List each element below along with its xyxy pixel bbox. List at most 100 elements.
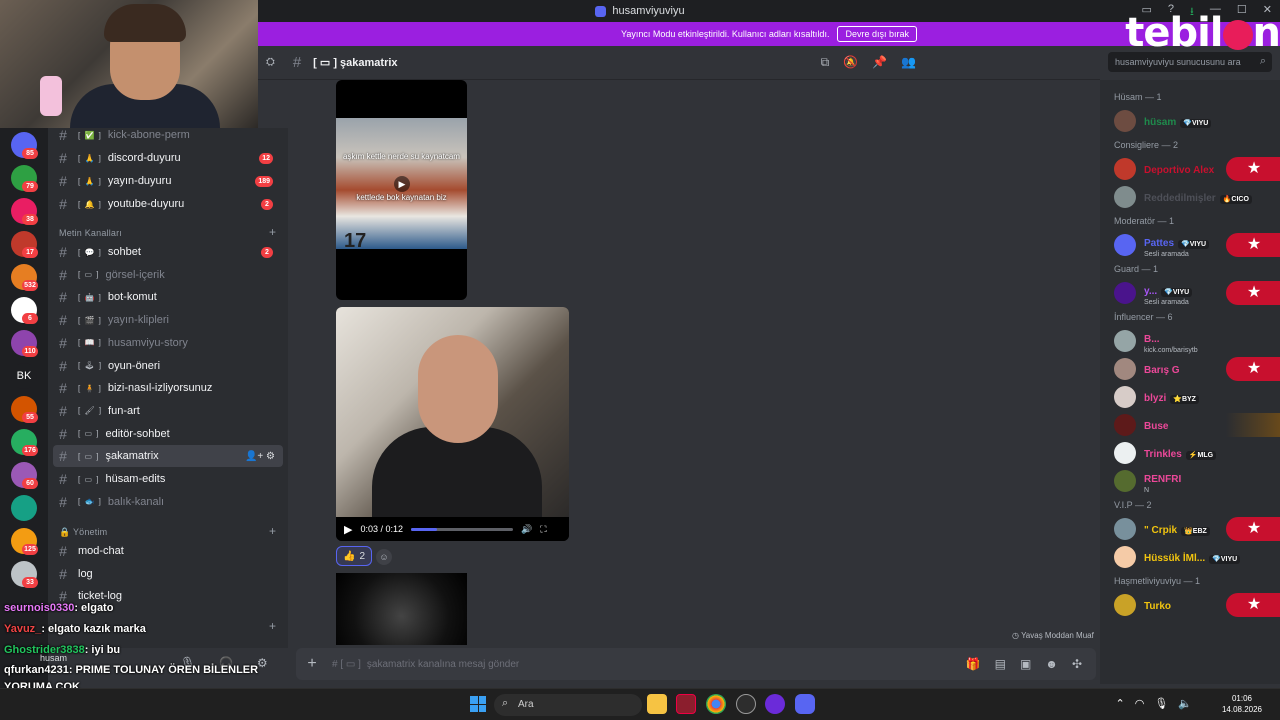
member-text: Turko <box>1144 596 1171 614</box>
clock-time: 01:06 <box>1231 694 1252 703</box>
webcam-person-hair <box>104 4 186 42</box>
server-badge: 79 <box>22 181 38 192</box>
channel-hash-icon: # <box>59 565 67 582</box>
member-item[interactable]: Buse <box>1114 412 1280 438</box>
member-list-icon[interactable]: 👥 <box>901 55 916 70</box>
member-item[interactable]: ★ Barış G <box>1114 356 1280 382</box>
channel-item[interactable]: # [ 🧍 ] bizi-nasıl-izliyorsunuz <box>53 377 283 399</box>
obs-icon[interactable] <box>765 694 785 714</box>
add-channel-icon[interactable]: + <box>269 524 276 538</box>
slowmode-text: Yavaş Moddan Muaf <box>1021 631 1094 640</box>
member-item[interactable]: Hüssük İMl... 💎VIYU <box>1114 544 1276 570</box>
channel-item[interactable]: # [ 🖌 ] fun-art <box>53 400 283 422</box>
channel-emoji: [ 🤖 ] <box>78 292 102 302</box>
member-item[interactable]: ★ y... 💎VIYU Sesli aramada <box>1114 280 1280 306</box>
apps-icon[interactable]: ✣ <box>1072 657 1082 671</box>
channel-item[interactable]: # [ 🐟 ] balık-kanalı <box>53 491 283 513</box>
avatar <box>1114 282 1136 304</box>
discord-taskbar-icon[interactable] <box>795 694 815 714</box>
gif-icon[interactable]: ▤ <box>995 657 1006 671</box>
channel-item[interactable]: # [ ▭ ] editör-sohbet <box>53 423 283 445</box>
attach-plus-icon[interactable]: + <box>296 655 328 673</box>
video-attachment-1[interactable]: aşkım kettle nerde su kaynatcam kettlede… <box>336 80 467 300</box>
video-attachment-3[interactable] <box>336 573 467 645</box>
message-composer[interactable]: + # [ ▭ ] şakamatrix kanalına mesaj gönd… <box>296 648 1096 680</box>
play-icon[interactable]: ▶ <box>394 176 410 192</box>
channel-item[interactable]: # [ 🙏 ] yayın-duyuru 189 <box>53 170 283 192</box>
member-banner <box>1226 413 1280 437</box>
video-attachment-2[interactable]: ▶ 0:03 / 0:12 🔊 ⛶ <box>336 307 569 541</box>
thread-icon[interactable]: ⛭ <box>266 56 275 69</box>
start-button[interactable] <box>470 696 486 712</box>
video-time: 0:03 / 0:12 <box>360 524 404 534</box>
wifi-icon[interactable]: ◠ <box>1135 697 1145 710</box>
terminal-icon[interactable] <box>676 694 696 714</box>
channel-item[interactable]: # [ 🙏 ] discord-duyuru 12 <box>53 147 283 169</box>
stream-chat-message: : elgato kazık marka <box>41 623 146 635</box>
channel-hash-icon: # <box>59 173 67 189</box>
member-item[interactable]: B... kick.com/barisytb <box>1114 328 1276 354</box>
channel-emoji: [ ✅ ] <box>78 130 102 140</box>
reaction-thumbs-up[interactable]: 👍 2 <box>336 546 373 566</box>
member-banner-flag: ★ <box>1226 157 1280 181</box>
video-progress-bar[interactable] <box>411 527 514 531</box>
chevron-up-icon[interactable]: ⌃ <box>1116 697 1125 710</box>
channel-sidebar: # [ ✅ ] kick-abone-perm # [ 🙏 ] discord-duyur… <box>40 127 288 670</box>
member-list: Hüsam — 1 hüsam 💎VIYU Consigliere — 2 ★ Depor… <box>1100 80 1280 684</box>
channel-item[interactable]: # [ ▭ ] hüsam-edits <box>53 468 283 490</box>
gift-icon[interactable]: 🎁 <box>966 657 981 671</box>
member-item[interactable]: ★ " Crpik 👑EBZ <box>1114 516 1280 542</box>
server-icon[interactable]: BK <box>11 363 37 389</box>
volume-icon[interactable]: 🔊 <box>521 524 532 535</box>
pin-icon[interactable]: 📌 <box>872 55 887 70</box>
member-item[interactable]: ★ Turko <box>1114 592 1280 618</box>
fullscreen-icon[interactable]: ⛶ <box>540 524 546 535</box>
taskbar-clock[interactable]: 01:06 14.08.2026 <box>1222 693 1262 715</box>
channel-item[interactable]: # [ 🤖 ] bot-komut <box>53 286 283 308</box>
channel-item[interactable]: # mod-chat <box>53 540 283 562</box>
threads-icon[interactable]: ⧉ <box>821 55 830 70</box>
role-header: V.I.P — 2 <box>1114 500 1152 510</box>
add-reaction-icon[interactable]: ☺ <box>376 549 392 565</box>
member-tag: 💎VIYU <box>1178 239 1210 249</box>
server-icon[interactable] <box>11 495 37 521</box>
watermark-text-right: n <box>1252 10 1280 56</box>
channel-item[interactable]: # log <box>53 563 283 585</box>
member-item[interactable]: Reddedilmişler 🔥CICO <box>1114 184 1276 210</box>
play-button[interactable]: ▶ <box>344 523 352 536</box>
add-channel-icon[interactable]: + <box>269 225 276 239</box>
channel-item[interactable]: # [ ▭ ] şakamatrix 👤+ ⚙ <box>53 445 283 468</box>
channel-item[interactable]: # [ 📖 ] husamviyu-story <box>53 332 283 354</box>
emoji-icon[interactable]: ☻ <box>1045 657 1058 671</box>
member-item[interactable]: Trinkles ⚡MLG <box>1114 440 1276 466</box>
member-item[interactable]: ★ Deportivo Alex <box>1114 156 1280 182</box>
file-explorer-icon[interactable] <box>647 694 667 714</box>
search-placeholder: husamviyuviyu sunucusunu ara <box>1115 57 1241 67</box>
taskbar-search[interactable]: ⌕ Ara <box>494 694 642 716</box>
channel-settings-icons[interactable]: 👤+ ⚙ <box>245 451 275 462</box>
member-item[interactable]: hüsam 💎VIYU <box>1114 108 1276 134</box>
notification-bell-icon[interactable]: 🔕 <box>843 55 858 70</box>
channel-item[interactable]: # [ 🕹 ] oyun-öneri <box>53 355 283 377</box>
member-item[interactable]: RENFRI N <box>1114 468 1276 494</box>
channel-item[interactable]: # [ 💬 ] sohbet 2 <box>53 241 283 263</box>
channel-item[interactable]: # [ ✅ ] kick-abone-perm <box>53 124 283 146</box>
member-banner-flag: ★ <box>1226 517 1280 541</box>
category-header[interactable]: 🔒 Yönetim <box>59 527 107 538</box>
member-item[interactable]: blyzi ⭐BYZ <box>1114 384 1276 410</box>
server-search-input[interactable]: husamviyuviyu sunucusunu ara ⌕ <box>1108 52 1272 72</box>
app-icon[interactable] <box>736 694 756 714</box>
channel-item[interactable]: # [ 🔔 ] youtube-duyuru 2 <box>53 193 283 215</box>
disable-streamer-mode-button[interactable]: Devre dışı bırak <box>837 26 917 42</box>
channel-hash-icon: # <box>59 127 67 143</box>
chrome-icon[interactable] <box>706 694 726 714</box>
member-item[interactable]: ★ Pattes 💎VIYU Sesli aramada <box>1114 232 1280 258</box>
channel-emoji: [ 🙏 ] <box>78 153 102 163</box>
microphone-icon[interactable]: 🎙 <box>1154 697 1168 710</box>
volume-icon[interactable]: 🔈 <box>1178 697 1192 710</box>
sticker-icon[interactable]: ▣ <box>1020 657 1031 671</box>
video-caption-top: aşkım kettle nerde su kaynatcam <box>343 152 460 161</box>
channel-item[interactable]: # [ ▭ ] görsel-içerik <box>53 264 283 286</box>
category-header[interactable]: Metin Kanalları <box>59 228 122 238</box>
channel-item[interactable]: # [ 🎬 ] yayın-klipleri <box>53 309 283 331</box>
